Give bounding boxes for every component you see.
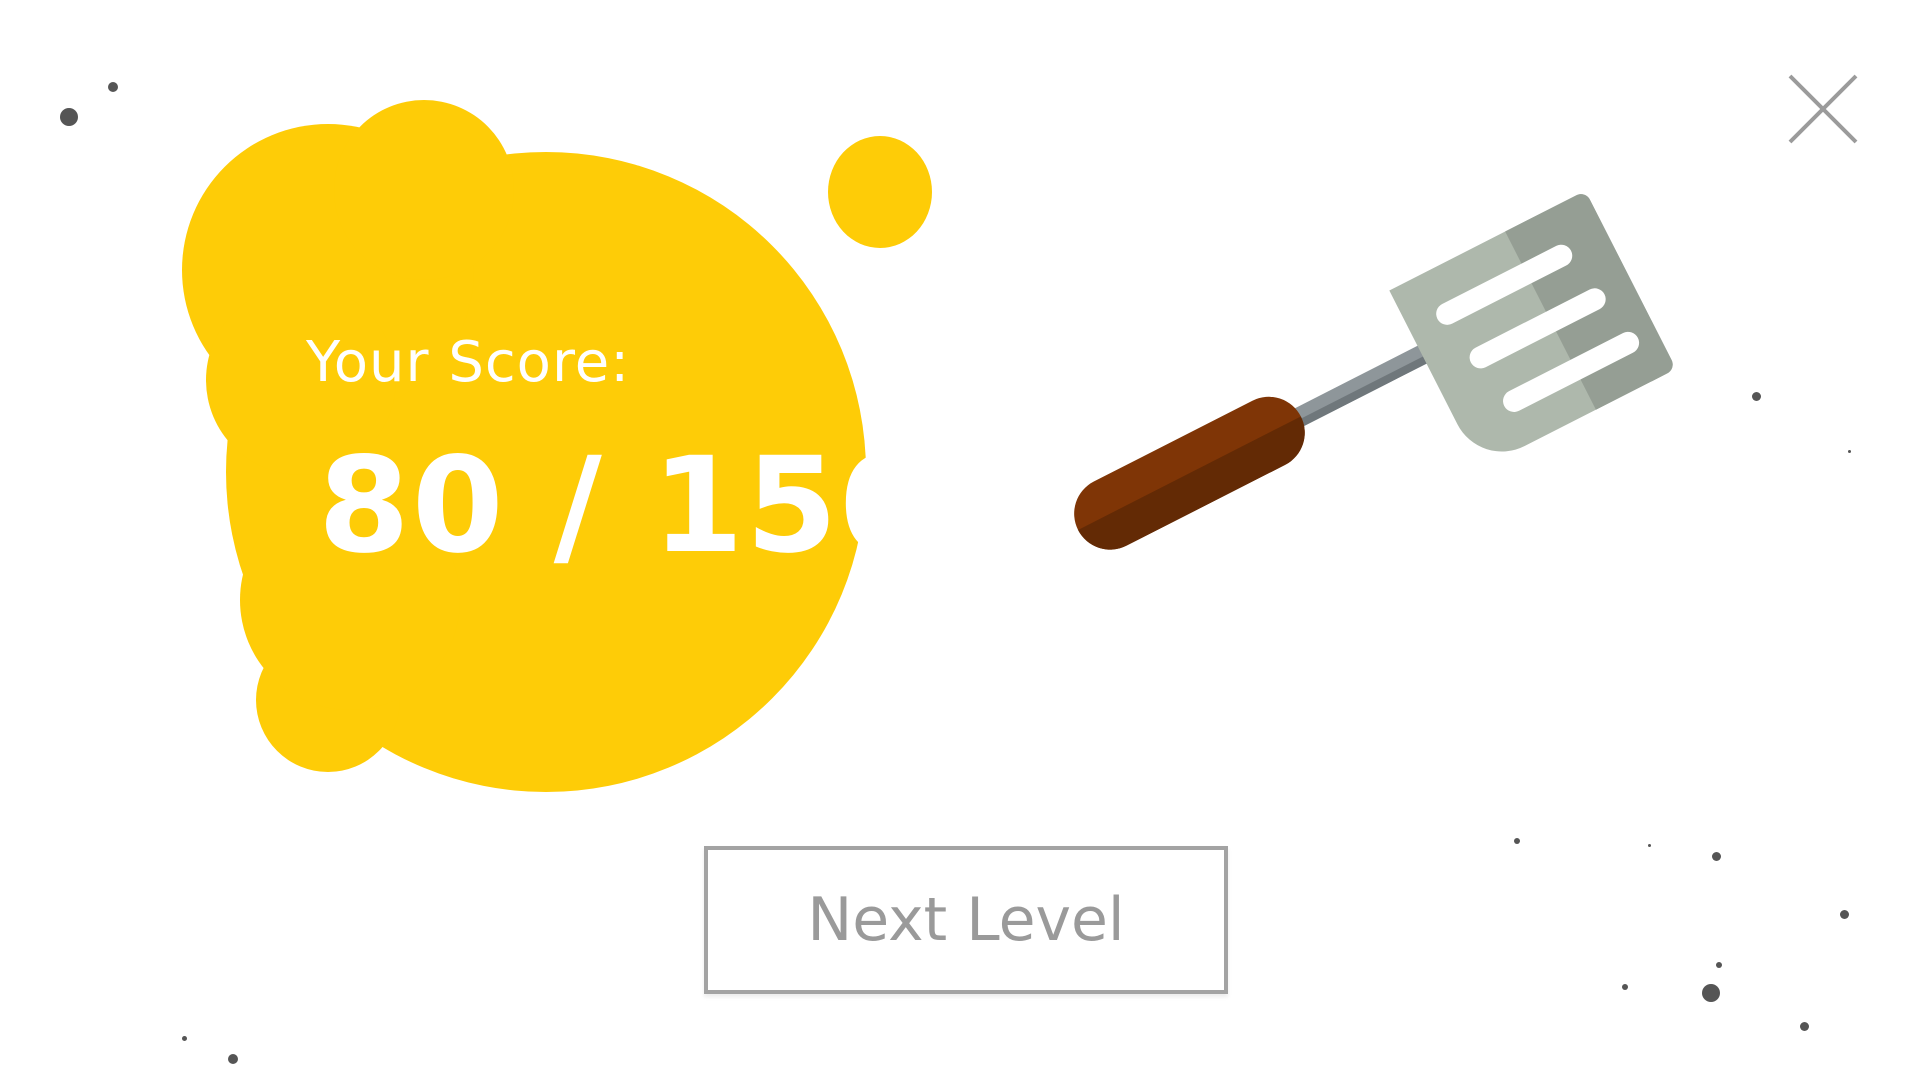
next-level-button[interactable]: Next Level — [704, 846, 1228, 994]
close-button[interactable] — [1786, 72, 1860, 146]
score-label: Your Score: — [306, 330, 631, 395]
score-value: 80 / 150 — [318, 429, 934, 583]
decor-dot — [60, 108, 78, 126]
close-icon — [1788, 74, 1858, 144]
decor-dot — [1648, 844, 1651, 847]
decor-dot — [1712, 852, 1721, 861]
decor-dot — [1752, 392, 1761, 401]
decor-dot — [182, 1036, 187, 1041]
decor-dot — [1716, 962, 1722, 968]
decor-dot — [1702, 984, 1720, 1002]
small-blob — [828, 136, 932, 248]
decor-dot — [1622, 984, 1628, 990]
decor-dot — [108, 82, 118, 92]
decor-dot — [1514, 838, 1520, 844]
spatula-icon — [1074, 194, 1673, 550]
decor-dot — [1800, 1022, 1809, 1031]
decor-dot — [1840, 910, 1849, 919]
decor-dot — [228, 1054, 238, 1064]
decor-dot — [1848, 450, 1851, 453]
level-complete-screen: Your Score: 80 / 150 Next Level — [0, 0, 1920, 1080]
